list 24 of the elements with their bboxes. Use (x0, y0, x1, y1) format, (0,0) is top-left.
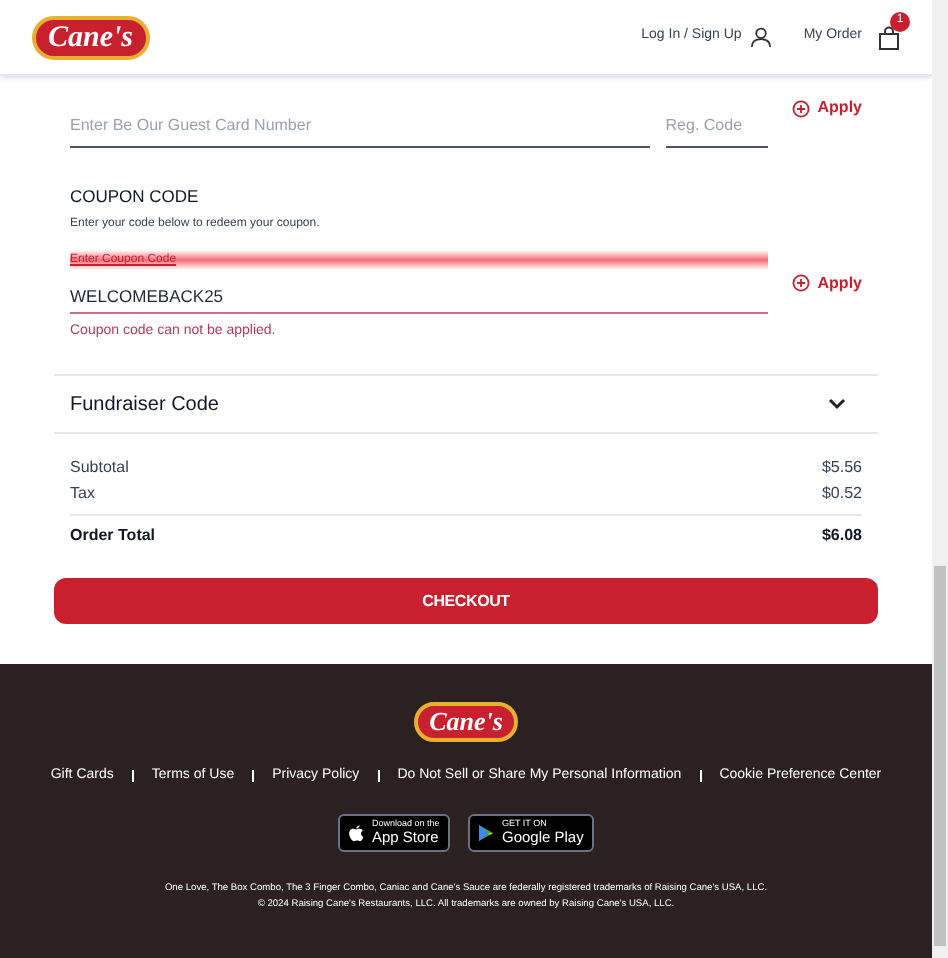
coupon-code-heading: COUPON CODE (70, 184, 201, 210)
plus-circle-icon (791, 274, 810, 293)
summary-label: Tax (70, 482, 95, 507)
scrollbar-thumb[interactable] (934, 566, 946, 946)
apple-icon (348, 823, 364, 841)
apply-button[interactable]: Apply (791, 96, 862, 120)
reg-code-field[interactable]: Reg. Code (665, 104, 768, 148)
card-number-field[interactable]: Enter Be Our Guest Card Number (70, 104, 650, 148)
user-icon[interactable] (749, 26, 772, 48)
fundraiser-code-toggle[interactable]: Fundraiser Code (54, 374, 878, 435)
summary-amount: $0.52 (821, 482, 862, 507)
canes-logo[interactable]: Cane's (413, 702, 519, 742)
summary-amount: $5.56 (821, 456, 862, 481)
canes-logo[interactable]: Cane's (32, 15, 150, 59)
summary-label: Subtotal (70, 456, 129, 481)
bag-icon[interactable] (878, 25, 900, 49)
summary-label: Order Total (70, 524, 156, 549)
scrollbar[interactable] (932, 0, 948, 958)
coupon-code-field[interactable]: WELCOMEBACK25 (70, 279, 768, 314)
checkout-button[interactable]: CHECKOUT (54, 578, 878, 625)
apply-button[interactable]: Apply (791, 271, 862, 296)
summary-amount: $6.08 (821, 524, 862, 549)
play-triangle-icon (478, 823, 494, 841)
plus-circle-icon (791, 99, 810, 117)
